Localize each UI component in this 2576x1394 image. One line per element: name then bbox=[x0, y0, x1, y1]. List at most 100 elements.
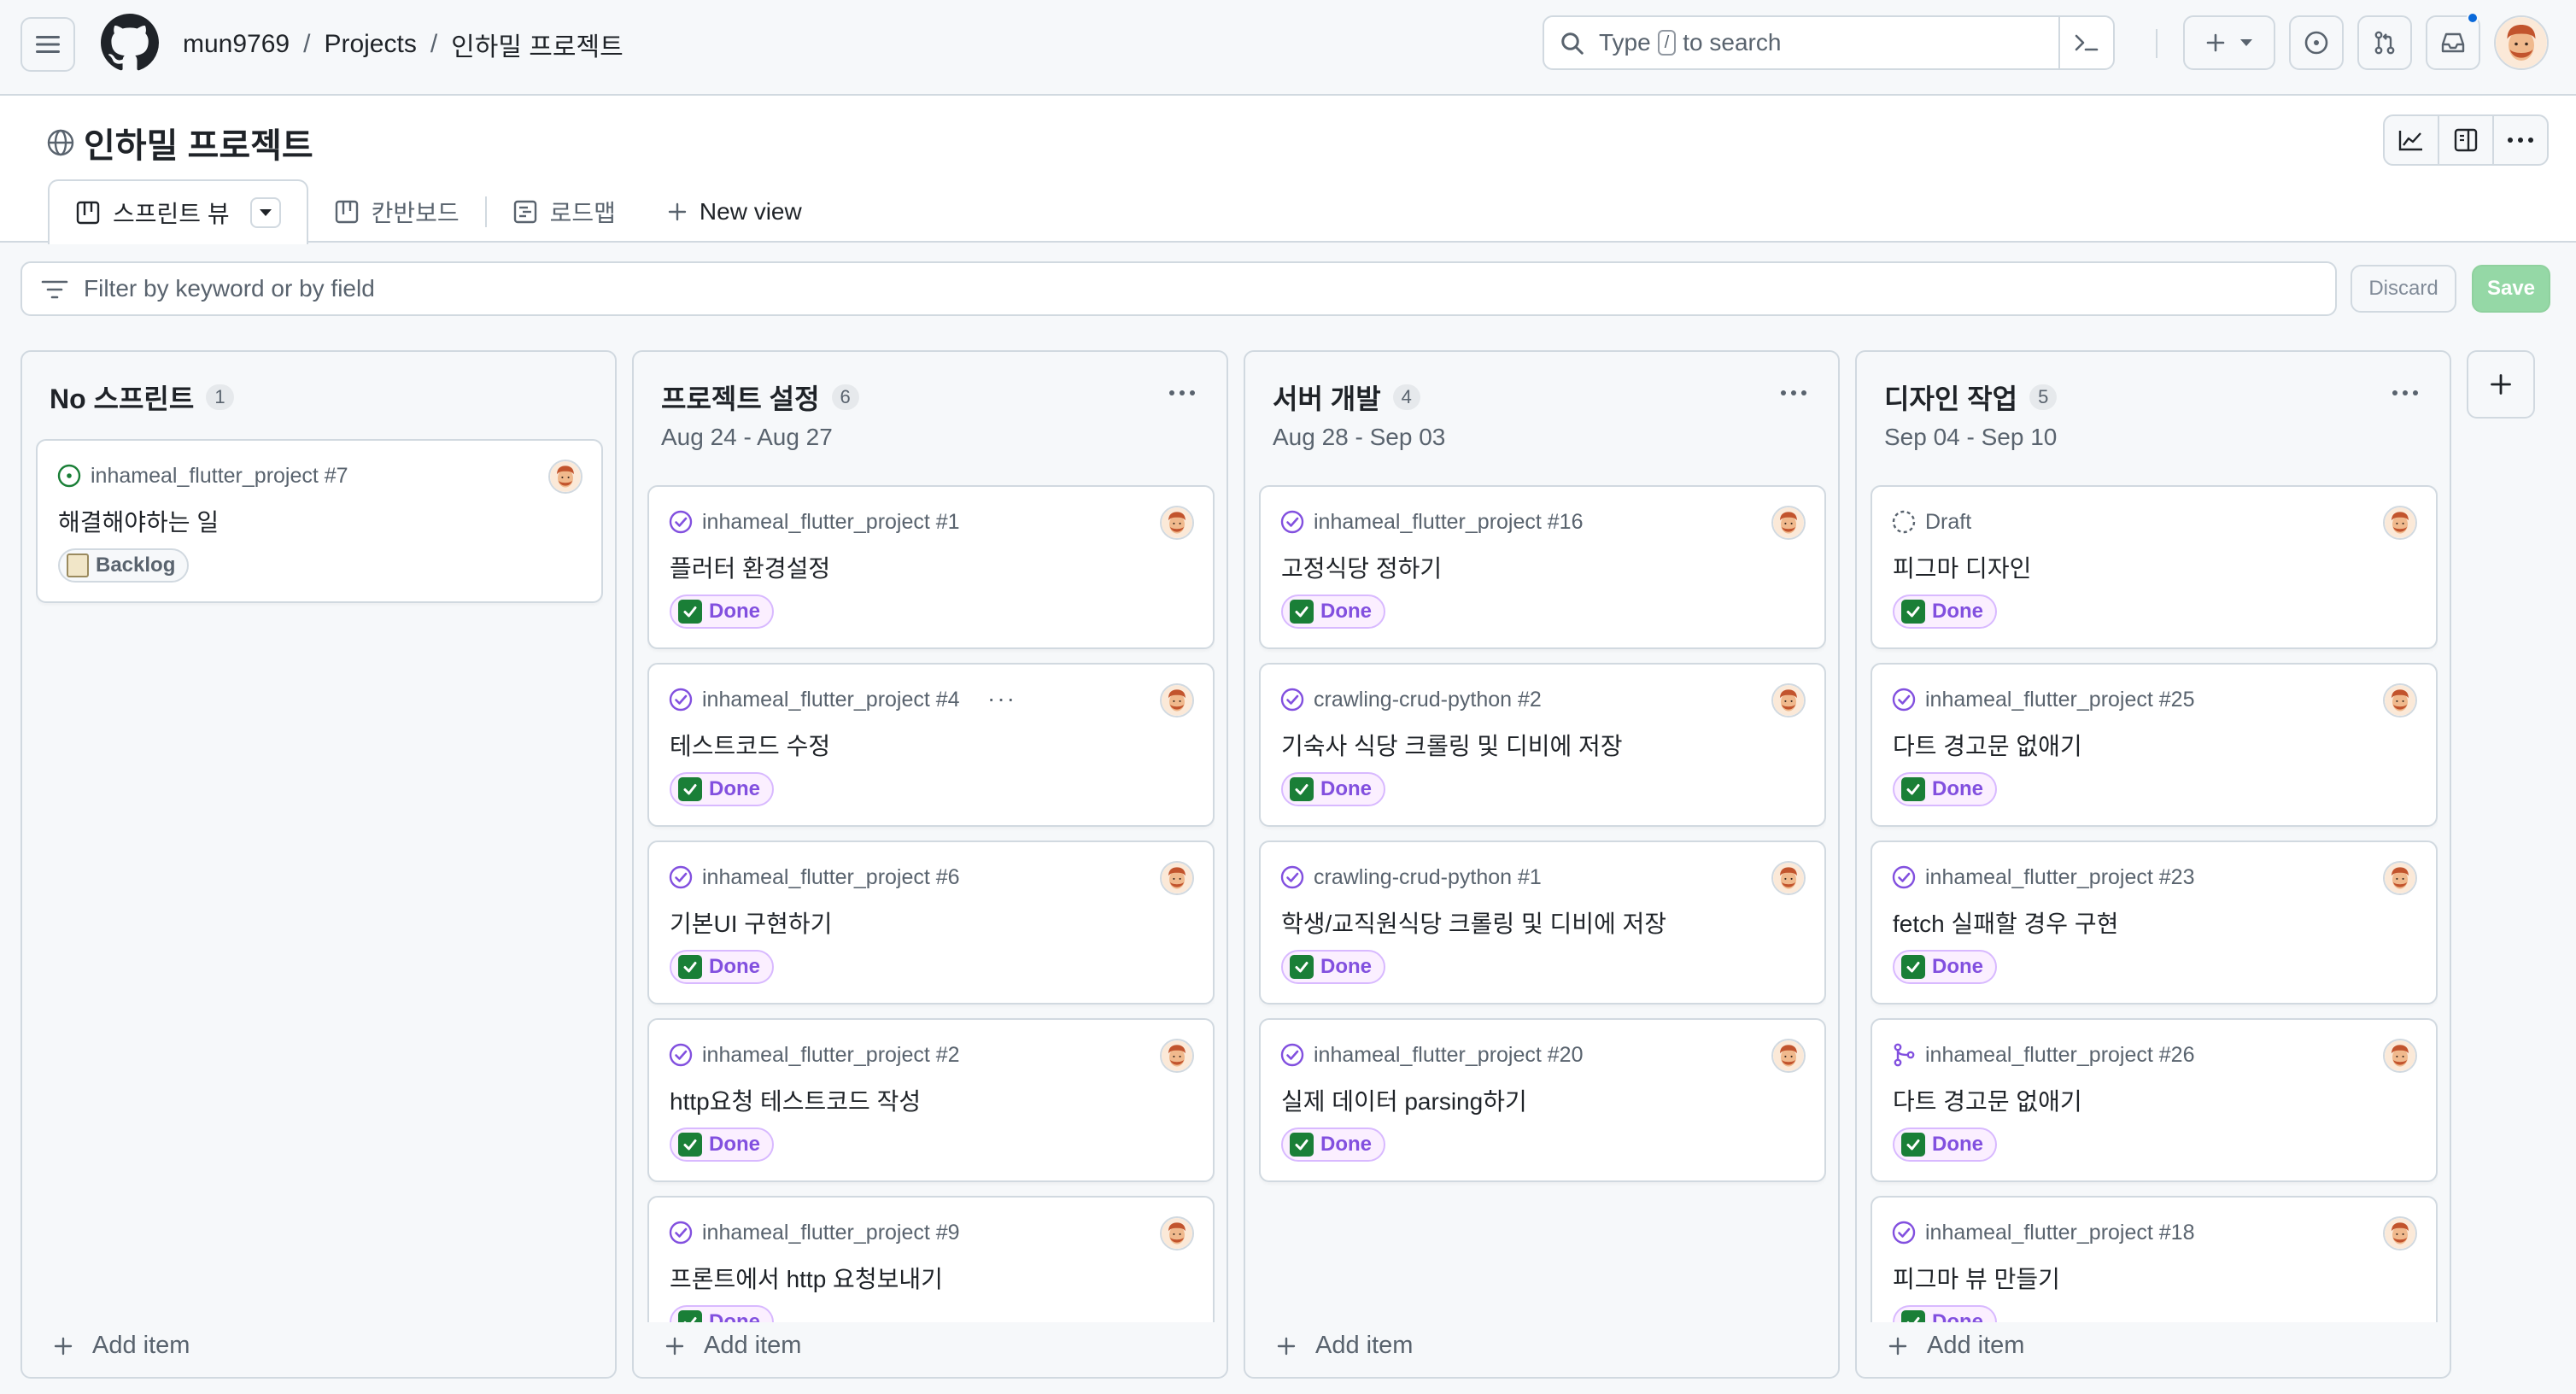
add-column-button[interactable] bbox=[2467, 350, 2535, 419]
assignee-avatar[interactable] bbox=[1160, 683, 1194, 718]
card-title[interactable]: 테스트코드 수정 bbox=[670, 728, 830, 762]
assignee-avatar[interactable] bbox=[1771, 1039, 1806, 1073]
tab-sprint-view[interactable]: 스프린트 뷰 bbox=[48, 179, 308, 244]
card-title[interactable]: 다트 경고문 없애기 bbox=[1893, 1083, 2082, 1117]
card-title[interactable]: 실제 데이터 parsing하기 bbox=[1281, 1083, 1527, 1117]
card-reference[interactable]: crawling-crud-python #2 bbox=[1279, 687, 1542, 712]
insights-button[interactable] bbox=[2383, 114, 2439, 166]
card-reference[interactable]: inhameal_flutter_project #4 bbox=[668, 687, 960, 712]
assignee-avatar[interactable] bbox=[1160, 1039, 1194, 1073]
column-menu-button[interactable] bbox=[1777, 376, 1811, 410]
card-reference[interactable]: crawling-crud-python #1 bbox=[1279, 864, 1542, 890]
assignee-avatar[interactable] bbox=[1771, 861, 1806, 895]
item-card[interactable]: inhameal_flutter_project #16 고정식당 정하기 Done bbox=[1259, 485, 1826, 649]
more-options-button[interactable] bbox=[2492, 114, 2549, 166]
item-card[interactable]: inhameal_flutter_project #9 프론트에서 http 요청… bbox=[647, 1196, 1215, 1322]
github-logo-icon[interactable] bbox=[101, 14, 159, 72]
card-reference[interactable]: inhameal_flutter_project #6 bbox=[668, 864, 960, 890]
card-reference[interactable]: inhameal_flutter_project #16 bbox=[1279, 509, 1583, 535]
card-repo-number: crawling-crud-python #2 bbox=[1314, 687, 1542, 712]
item-card[interactable]: inhameal_flutter_project #1 플러터 환경설정 Done bbox=[647, 485, 1215, 649]
card-title[interactable]: 고정식당 정하기 bbox=[1281, 550, 1442, 584]
avatar-icon bbox=[1773, 685, 1804, 716]
card-reference[interactable]: inhameal_flutter_project #20 bbox=[1279, 1042, 1583, 1068]
add-item-button[interactable]: Add item bbox=[664, 1332, 801, 1360]
create-new-button[interactable] bbox=[2183, 15, 2275, 70]
command-palette-button[interactable] bbox=[2058, 17, 2113, 68]
card-reference[interactable]: inhameal_flutter_project #18 bbox=[1891, 1220, 2194, 1245]
card-title[interactable]: 기본UI 구현하기 bbox=[670, 905, 832, 940]
add-item-button[interactable]: Add item bbox=[53, 1332, 190, 1360]
card-reference[interactable]: Draft bbox=[1891, 509, 1971, 535]
issue-opened-icon bbox=[2304, 31, 2328, 55]
status-badge: Done bbox=[1281, 1128, 1385, 1162]
item-card[interactable]: inhameal_flutter_project #4 ··· 테스트코드 수정 Do… bbox=[647, 663, 1215, 827]
project-title: 인하밀 프로젝트 bbox=[46, 118, 313, 167]
issues-button[interactable] bbox=[2289, 15, 2344, 70]
item-card[interactable]: Draft 피그마 디자인 Done bbox=[1871, 485, 2438, 649]
tab-kanban[interactable]: 칸반보드 bbox=[308, 181, 485, 243]
issue-closed-icon bbox=[1892, 865, 1916, 889]
item-card[interactable]: crawling-crud-python #1 학생/교직원식당 크롤링 및 디비… bbox=[1259, 840, 1826, 1004]
pull-requests-button[interactable] bbox=[2357, 15, 2412, 70]
assignee-avatar[interactable] bbox=[1771, 506, 1806, 540]
item-card[interactable]: inhameal_flutter_project #2 http요청 테스트코드 … bbox=[647, 1018, 1215, 1182]
item-card[interactable]: inhameal_flutter_project #6 기본UI 구현하기 Done bbox=[647, 840, 1215, 1004]
save-button[interactable]: Save bbox=[2472, 265, 2550, 313]
card-reference[interactable]: inhameal_flutter_project #2 bbox=[668, 1042, 960, 1068]
card-title[interactable]: 다트 경고문 없애기 bbox=[1893, 728, 2082, 762]
card-reference[interactable]: inhameal_flutter_project #23 bbox=[1891, 864, 2194, 890]
discard-button[interactable]: Discard bbox=[2351, 265, 2456, 313]
card-reference[interactable]: inhameal_flutter_project #7 bbox=[56, 463, 348, 489]
add-item-button[interactable]: Add item bbox=[1888, 1332, 2024, 1360]
breadcrumb-project[interactable]: 인하밀 프로젝트 bbox=[451, 26, 624, 63]
assignee-avatar[interactable] bbox=[548, 460, 583, 494]
assignee-avatar[interactable] bbox=[1160, 1216, 1194, 1250]
column-menu-button[interactable] bbox=[2388, 376, 2422, 410]
filter-input[interactable]: Filter by keyword or by field bbox=[20, 261, 2337, 316]
new-view-button[interactable]: New view bbox=[641, 181, 828, 243]
card-title[interactable]: 학생/교직원식당 크롤링 및 디비에 저장 bbox=[1281, 905, 1666, 940]
status-badge: Done bbox=[1893, 1128, 1997, 1162]
item-card[interactable]: inhameal_flutter_project #23 fetch 실패할 경우… bbox=[1871, 840, 2438, 1004]
card-title[interactable]: http요청 테스트코드 작성 bbox=[670, 1083, 921, 1117]
card-more-button[interactable]: ··· bbox=[987, 685, 1016, 712]
assignee-avatar[interactable] bbox=[2383, 506, 2417, 540]
item-card[interactable]: crawling-crud-python #2 기숙사 식당 크롤링 및 디비에 … bbox=[1259, 663, 1826, 827]
assignee-avatar[interactable] bbox=[1771, 683, 1806, 718]
menu-button[interactable] bbox=[20, 17, 75, 72]
card-title[interactable]: 피그마 뷰 만들기 bbox=[1893, 1261, 2060, 1295]
breadcrumb-owner[interactable]: mun9769 bbox=[183, 30, 290, 59]
card-title[interactable]: 해결해야하는 일 bbox=[58, 504, 219, 538]
user-avatar[interactable] bbox=[2494, 15, 2549, 70]
view-options-button[interactable] bbox=[249, 197, 281, 228]
search-input[interactable]: Type / to search bbox=[1543, 15, 2115, 70]
card-reference[interactable]: inhameal_flutter_project #9 bbox=[668, 1220, 960, 1245]
item-card[interactable]: inhameal_flutter_project #7 해결해야하는 일 Backl… bbox=[36, 439, 603, 603]
card-reference[interactable]: inhameal_flutter_project #1 bbox=[668, 509, 960, 535]
breadcrumb-projects[interactable]: Projects bbox=[324, 30, 416, 59]
item-card[interactable]: inhameal_flutter_project #18 피그마 뷰 만들기 Don… bbox=[1871, 1196, 2438, 1322]
assignee-avatar[interactable] bbox=[1160, 861, 1194, 895]
item-card[interactable]: inhameal_flutter_project #26 다트 경고문 없애기 Do… bbox=[1871, 1018, 2438, 1182]
card-repo-number: inhameal_flutter_project #7 bbox=[91, 463, 348, 488]
card-title[interactable]: fetch 실패할 경우 구현 bbox=[1893, 905, 2118, 940]
assignee-avatar[interactable] bbox=[2383, 1039, 2417, 1073]
add-item-button[interactable]: Add item bbox=[1276, 1332, 1413, 1360]
hamburger-icon bbox=[36, 36, 60, 53]
card-reference[interactable]: inhameal_flutter_project #25 bbox=[1891, 687, 2194, 712]
card-title[interactable]: 플러터 환경설정 bbox=[670, 550, 830, 584]
card-title[interactable]: 피그마 디자인 bbox=[1893, 550, 2031, 584]
item-card[interactable]: inhameal_flutter_project #25 다트 경고문 없애기 Do… bbox=[1871, 663, 2438, 827]
card-title[interactable]: 기숙사 식당 크롤링 및 디비에 저장 bbox=[1281, 728, 1623, 762]
card-title[interactable]: 프론트에서 http 요청보내기 bbox=[670, 1261, 943, 1295]
assignee-avatar[interactable] bbox=[1160, 506, 1194, 540]
column-menu-button[interactable] bbox=[1165, 376, 1199, 410]
item-card[interactable]: inhameal_flutter_project #20 실제 데이터 parsi… bbox=[1259, 1018, 1826, 1182]
side-panel-button[interactable] bbox=[2438, 114, 2494, 166]
tab-roadmap[interactable]: 로드맵 bbox=[487, 181, 641, 243]
assignee-avatar[interactable] bbox=[2383, 683, 2417, 718]
card-reference[interactable]: inhameal_flutter_project #26 bbox=[1891, 1042, 2194, 1068]
assignee-avatar[interactable] bbox=[2383, 861, 2417, 895]
assignee-avatar[interactable] bbox=[2383, 1216, 2417, 1250]
